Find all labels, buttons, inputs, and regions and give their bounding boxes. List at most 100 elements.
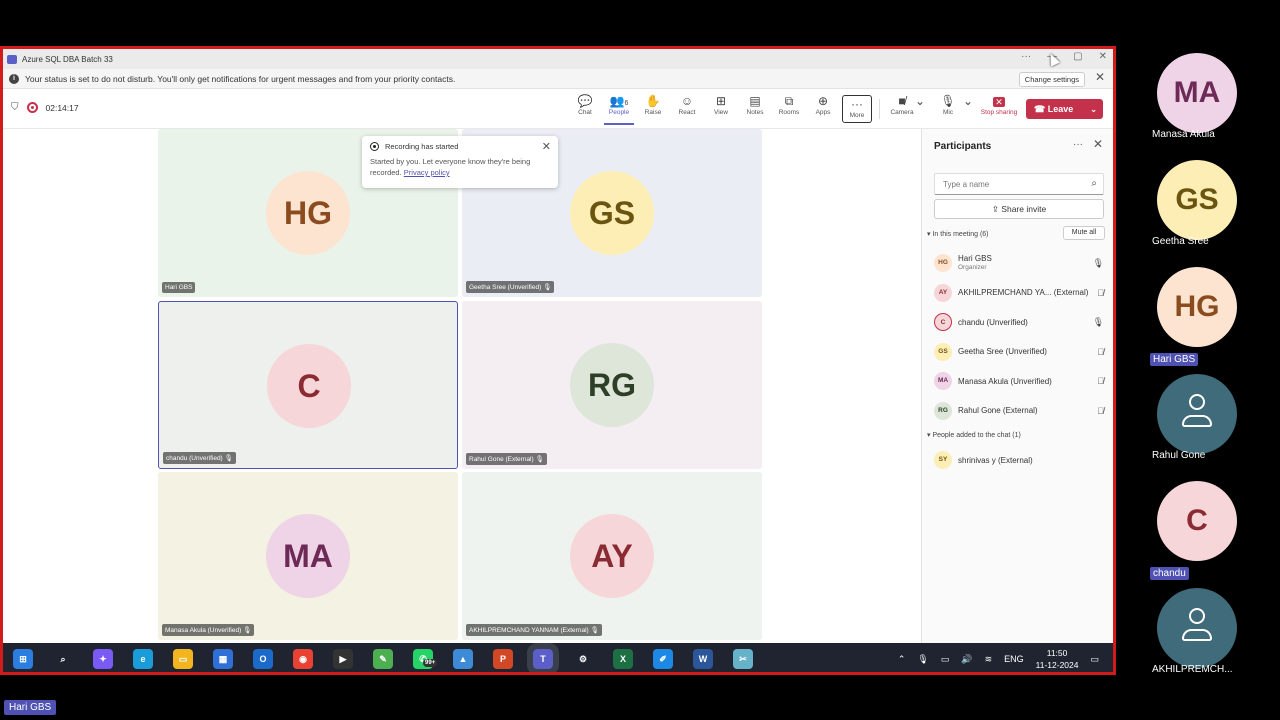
mute-all-button[interactable]: Mute all <box>1063 226 1105 240</box>
teams-taskbar-icon[interactable]: T <box>527 643 559 672</box>
toolbar-more-button[interactable]: ··· More <box>842 95 872 123</box>
notepad-taskbar-icon[interactable]: ✎ <box>373 649 393 669</box>
store-taskbar-icon[interactable]: ▦ <box>213 649 233 669</box>
maximize-icon[interactable]: ▢ <box>1073 51 1082 62</box>
participant-row[interactable]: GS Geetha Sree (Unverified) 🎙̸ <box>934 339 1106 365</box>
participant-row[interactable]: RG Rahul Gone (External) 🎙̸ <box>934 398 1106 424</box>
notifications-icon[interactable]: ▭ <box>1090 654 1099 665</box>
video-tile[interactable]: AY AKHILPREMCHAND YANNAM (External) 🎙 <box>462 472 762 640</box>
copilot-taskbar-icon[interactable]: ✦ <box>93 649 113 669</box>
mic-button[interactable]: 🎙 Mic <box>933 93 963 116</box>
participant-avatar: AY <box>934 283 952 302</box>
toolbar-raise-button[interactable]: ✋ Raise <box>638 93 668 116</box>
chevron-down-icon[interactable]: ⌄ <box>1090 105 1097 114</box>
search-taskbar-icon[interactable]: ⌕ <box>53 649 73 669</box>
avatar: MA <box>1157 53 1237 133</box>
toast-title: Recording has started <box>385 142 459 151</box>
snip-taskbar-icon[interactable]: ✂ <box>733 649 753 669</box>
system-tray: ⌃ 🎙 ▭ 🔊 ≋ ENG 11:50 11-12-2024 ▭ <box>898 643 1099 672</box>
more-options-icon[interactable]: ··· <box>1073 139 1083 150</box>
participant-row[interactable]: AY AKHILPREMCHAND YA... (External) 🎙̸ <box>934 280 1106 306</box>
participant-name: Hari GBS <box>165 284 193 291</box>
person-icon <box>1179 608 1215 648</box>
toolbar-people-button[interactable]: 👥6 People <box>604 93 634 125</box>
excel-taskbar-icon[interactable]: X <box>613 649 633 669</box>
change-settings-button[interactable]: Change settings <box>1018 72 1085 87</box>
toolbar-react-button[interactable]: ☺ React <box>672 93 702 116</box>
gallery-tile[interactable]: Cchandu <box>1150 481 1252 581</box>
explorer-taskbar-icon[interactable]: ▭ <box>173 649 193 669</box>
in-meeting-section[interactable]: ▾ In this meeting (6) <box>927 230 989 238</box>
participant-row[interactable]: HG Hari GBS Organizer 🎙 <box>934 250 1106 276</box>
toolbar-apps-button[interactable]: ⊕ Apps <box>808 93 838 116</box>
wifi-icon[interactable]: ≋ <box>985 654 993 665</box>
added-section[interactable]: ▾ People added to the chat (1) <box>927 431 1021 439</box>
word-taskbar-icon[interactable]: W <box>693 649 713 669</box>
participant-name: shrinivas y (External) <box>958 455 1033 465</box>
gallery-tile[interactable]: Rahul Gone <box>1152 374 1252 474</box>
participant-row[interactable]: MA Manasa Akula (Unverified) 🎙̸ <box>934 368 1106 394</box>
mic-off-icon[interactable]: 🎙̸ <box>1097 288 1104 298</box>
close-window-icon[interactable]: ✕ <box>1099 51 1107 62</box>
chevron-down-icon: ⌄ <box>962 94 974 108</box>
person-body <box>1182 415 1212 427</box>
video-tile[interactable]: RG Rahul Gone (External) 🎙 <box>462 301 762 469</box>
participant-row[interactable]: SY shrinivas y (External) <box>934 447 1106 473</box>
windows-taskbar-icon[interactable]: ⊞ <box>13 649 33 669</box>
participant-avatar: RG <box>934 401 952 420</box>
whatsapp-taskbar-icon[interactable]: ✆ 99+ <box>413 649 438 669</box>
mic-options-chevron[interactable]: ⌄ <box>961 93 975 109</box>
toolbar-rooms-button[interactable]: ⧉ Rooms <box>774 93 804 116</box>
gallery-tile[interactable]: AKHILPREMCH... <box>1152 588 1252 688</box>
mic-icon[interactable]: 🎙 <box>1093 258 1104 269</box>
gallery-tile[interactable]: GS Geetha Sree <box>1152 160 1252 260</box>
chrome-taskbar-icon[interactable]: ◉ <box>293 649 313 669</box>
stop-sharing-button[interactable]: ✕ Stop sharing <box>977 93 1021 116</box>
paint-taskbar-icon[interactable]: ✐ <box>653 649 673 669</box>
share-icon: ⇪ <box>991 204 1002 214</box>
volume-icon[interactable]: 🔊 <box>961 654 972 665</box>
photos-taskbar-icon[interactable]: ▲ <box>453 649 473 669</box>
video-tile[interactable]: MA Manasa Akula (Unverified) 🎙 <box>158 472 458 640</box>
terminal-taskbar-icon[interactable]: ▶ <box>333 649 353 669</box>
participant-name-label: Manasa Akula (Unverified) 🎙 <box>162 624 255 636</box>
toast-body: Started by you. Let everyone know they'r… <box>370 157 531 177</box>
close-icon[interactable]: ✕ <box>1095 70 1105 84</box>
share-invite-button[interactable]: ⇪ Share invite <box>934 199 1104 219</box>
outlook-taskbar-icon[interactable]: O <box>253 649 273 669</box>
privacy-policy-link[interactable]: Privacy policy <box>404 168 450 177</box>
toolbar-view-button[interactable]: ⊞ View <box>706 93 736 116</box>
toolbar-chat-button[interactable]: 💬 Chat <box>570 93 600 116</box>
battery-icon[interactable]: ▭ <box>941 654 950 665</box>
gallery-tile[interactable]: HG Hari GBS <box>1150 267 1252 367</box>
mic-off-icon[interactable]: 🎙̸ <box>1097 406 1104 416</box>
close-icon[interactable]: ✕ <box>542 140 551 153</box>
taskbar: ⊞ ⌕ ✦ e ▭ ▦ O ◉ ▶ ✎ ✆ 99+ ▲ P T ⚙ X ✐ W ✂ ⌃ 🎙 ▭ 🔊 ≋ ENG 11:… <box>3 643 1113 672</box>
chevron-up-icon[interactable]: ⌃ <box>898 654 906 665</box>
language-indicator[interactable]: ENG <box>1004 654 1024 664</box>
avatar: GS <box>1157 160 1237 240</box>
more-options-icon[interactable]: ··· <box>1021 51 1031 62</box>
camera-options-chevron[interactable]: ⌄ <box>913 93 927 109</box>
leave-button[interactable]: ☎ Leave ⌄ <box>1026 99 1103 119</box>
close-icon[interactable]: ✕ <box>1093 137 1103 151</box>
participant-name: chandu (Unverified) <box>958 317 1028 327</box>
toolbar-notes-button[interactable]: ▤ Notes <box>740 93 770 116</box>
clock[interactable]: 11:50 11-12-2024 <box>1036 647 1079 671</box>
avatar: HG <box>266 171 350 255</box>
mic-off-icon[interactable]: 🎙̸ <box>1097 376 1104 386</box>
video-tile[interactable]: Cchandu (Unverified) 🎙 <box>158 301 458 469</box>
participant-search-input[interactable]: Type a name ⌕ <box>934 173 1104 195</box>
participant-role: Organizer <box>958 264 987 271</box>
settings-taskbar-icon[interactable]: ⚙ <box>573 649 593 669</box>
mic-off-icon[interactable]: 🎙̸ <box>1097 347 1104 357</box>
dnd-banner-text: Your status is set to do not disturb. Yo… <box>25 73 456 84</box>
edge-taskbar-icon[interactable]: e <box>133 649 153 669</box>
powerpoint-taskbar-icon[interactable]: P <box>493 649 513 669</box>
gallery-name-label: AKHILPREMCH... <box>1152 664 1233 675</box>
gallery-tile[interactable]: MA Manasa Akula <box>1152 53 1252 153</box>
mic-icon[interactable]: 🎙 <box>917 654 928 665</box>
mic-icon[interactable]: 🎙 <box>1093 317 1104 328</box>
participant-row[interactable]: Cchandu (Unverified) 🎙 <box>934 309 1106 335</box>
search-icon: ⌕ <box>1091 178 1097 189</box>
